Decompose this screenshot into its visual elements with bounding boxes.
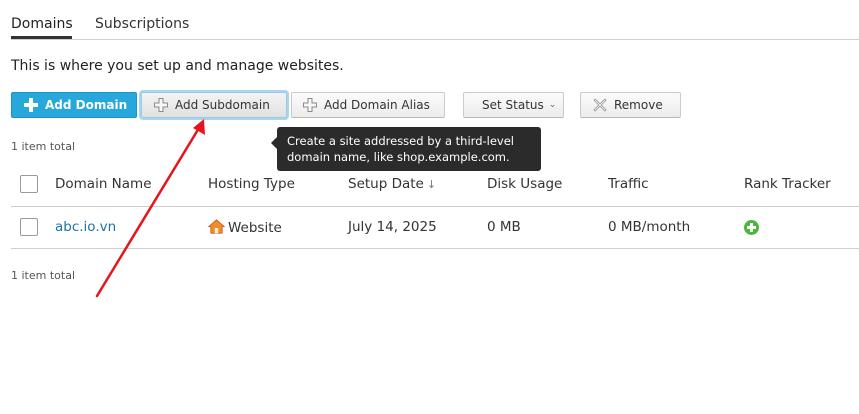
add-domain-alias-label: Add Domain Alias	[324, 98, 430, 112]
remove-button[interactable]: Remove	[580, 92, 681, 118]
tooltip-line-2: domain name, like shop.example.com.	[287, 150, 510, 164]
column-domain-name[interactable]: Domain Name	[55, 176, 152, 192]
column-rank-tracker[interactable]: Rank Tracker	[744, 176, 831, 192]
plus-icon	[24, 98, 38, 112]
table-header: Domain Name Hosting Type Setup Date ↓ Dis…	[11, 166, 859, 207]
column-traffic[interactable]: Traffic	[608, 176, 649, 192]
add-subdomain-button[interactable]: Add Subdomain	[141, 92, 287, 118]
house-icon	[208, 219, 225, 234]
tab-subscriptions[interactable]: Subscriptions	[95, 16, 189, 32]
tab-bar: Domains Subscriptions	[11, 0, 859, 40]
add-domain-alias-button[interactable]: Add Domain Alias	[291, 92, 445, 118]
page-description: This is where you set up and manage webs…	[11, 58, 344, 74]
add-subdomain-tooltip: Create a site addressed by a third-level…	[271, 127, 541, 171]
item-count-bottom: 1 item total	[11, 269, 75, 282]
tab-domains[interactable]: Domains	[11, 16, 73, 32]
toolbar: Add Domain Add Subdomain Add Domain Alia…	[0, 92, 859, 120]
add-domain-button[interactable]: Add Domain	[11, 92, 137, 118]
add-subdomain-label: Add Subdomain	[175, 98, 270, 112]
x-icon	[593, 98, 607, 112]
setup-date-label: Setup Date	[348, 176, 424, 192]
set-status-button[interactable]: Set Status ⌄	[463, 92, 564, 118]
active-tab-indicator	[11, 36, 72, 39]
add-circle-icon[interactable]	[744, 220, 759, 235]
column-setup-date[interactable]: Setup Date ↓	[348, 176, 436, 192]
chevron-down-icon: ⌄	[548, 100, 557, 110]
domain-link[interactable]: abc.io.vn	[55, 219, 116, 235]
remove-label: Remove	[614, 98, 663, 112]
sort-descending-icon: ↓	[426, 178, 437, 191]
disk-usage-cell: 0 MB	[487, 219, 521, 235]
plus-outline-icon	[303, 98, 317, 112]
item-count-top: 1 item total	[11, 140, 75, 153]
arrow-head	[193, 119, 205, 135]
table-row: abc.io.vn Website July 14, 2025 0 MB 0 M…	[11, 207, 859, 249]
traffic-cell: 0 MB/month	[608, 219, 691, 235]
hosting-type-cell: Website	[208, 219, 282, 236]
hosting-type-label: Website	[228, 220, 282, 236]
tooltip-line-1: Create a site addressed by a third-level	[287, 134, 514, 148]
add-domain-label: Add Domain	[45, 98, 128, 112]
plus-outline-icon	[154, 98, 168, 112]
set-status-label: Set Status	[482, 98, 544, 112]
select-all-checkbox[interactable]	[20, 175, 38, 193]
row-checkbox[interactable]	[20, 218, 38, 236]
column-hosting-type[interactable]: Hosting Type	[208, 176, 295, 192]
column-disk-usage[interactable]: Disk Usage	[487, 176, 562, 192]
setup-date-cell: July 14, 2025	[348, 219, 437, 235]
